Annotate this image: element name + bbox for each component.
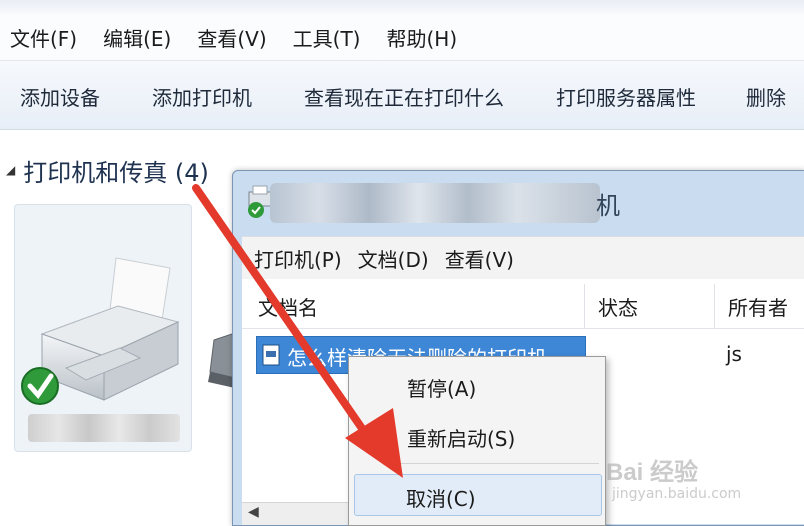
context-separator: [391, 463, 599, 464]
menu-file[interactable]: 文件(F): [10, 23, 77, 52]
window-top-strip: [0, 0, 804, 14]
main-menu-bar: 文件(F) 编辑(E) 查看(V) 工具(T) 帮助(H): [0, 14, 804, 61]
column-divider[interactable]: [714, 284, 715, 328]
document-owner: js: [726, 342, 742, 366]
column-document-name[interactable]: 文档名: [258, 292, 318, 321]
menu-help[interactable]: 帮助(H): [386, 23, 457, 52]
printers-faxes-group-header[interactable]: ◢ 打印机和传真 (4): [0, 150, 209, 190]
context-cancel-highlight[interactable]: [354, 474, 602, 516]
group-title: 打印机和传真 (4): [23, 158, 209, 187]
menu-view[interactable]: 查看(V): [197, 23, 266, 52]
queue-column-header: 文档名 状态 所有者: [242, 284, 804, 329]
horizontal-scrollbar[interactable]: ◀: [242, 502, 348, 525]
window-title-suffix: 机: [596, 192, 620, 220]
context-restart[interactable]: 重新启动(S): [407, 423, 515, 452]
column-divider[interactable]: [584, 284, 585, 328]
menu-tools[interactable]: 工具(T): [293, 23, 361, 52]
column-status[interactable]: 状态: [598, 292, 638, 321]
add-printer-button[interactable]: 添加打印机: [152, 82, 252, 111]
document-icon: [262, 344, 280, 366]
printer-icon: [21, 257, 180, 405]
menu-edit[interactable]: 编辑(E): [103, 23, 171, 52]
baidu-watermark-url: jingyan.baidu.com: [612, 486, 742, 502]
menu-document[interactable]: 文档(D): [358, 244, 429, 273]
command-toolbar: 添加设备 添加打印机 查看现在正在打印什么 打印服务器属性 删除: [0, 61, 804, 130]
collapse-triangle-icon[interactable]: ◢: [6, 163, 15, 177]
device-name-blurred: [28, 414, 180, 442]
see-whats-printing-button[interactable]: 查看现在正在打印什么: [304, 82, 504, 111]
menu-queue-view[interactable]: 查看(V): [445, 244, 514, 273]
window-title-blurred: [270, 183, 600, 223]
menu-printer[interactable]: 打印机(P): [254, 244, 342, 273]
add-device-button[interactable]: 添加设备: [20, 82, 100, 111]
print-server-properties-button[interactable]: 打印服务器属性: [556, 82, 696, 111]
queue-menu-bar: 打印机(P) 文档(D) 查看(V): [242, 236, 804, 280]
context-cancel[interactable]: 取消(C): [406, 483, 476, 512]
column-owner[interactable]: 所有者: [728, 292, 788, 321]
context-pause[interactable]: 暂停(A): [407, 373, 476, 402]
baidu-watermark: Bai 经验: [606, 459, 699, 486]
remove-device-button[interactable]: 删除: [746, 82, 786, 111]
scroll-left-icon[interactable]: ◀: [248, 504, 259, 520]
